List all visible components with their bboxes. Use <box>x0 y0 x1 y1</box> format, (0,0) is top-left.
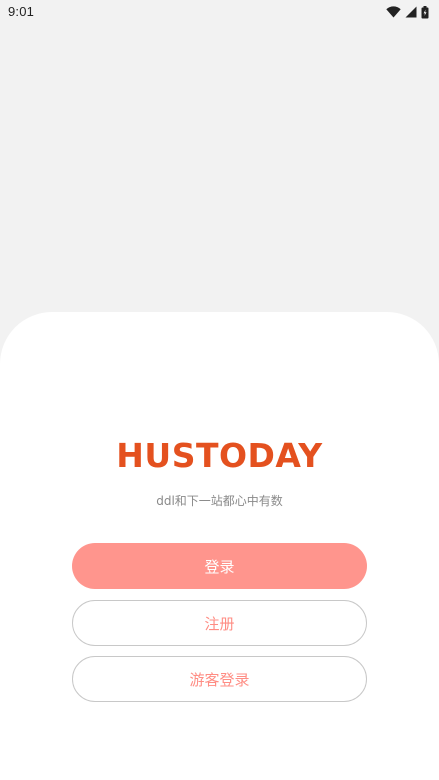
signal-icon <box>405 6 417 18</box>
guest-login-button[interactable]: 游客登录 <box>72 656 367 702</box>
battery-icon <box>421 5 429 19</box>
status-time: 9:01 <box>8 4 35 19</box>
status-icons <box>386 4 429 20</box>
register-button[interactable]: 注册 <box>72 600 367 646</box>
wifi-icon <box>386 6 401 18</box>
app-tagline: ddl和下一站都心中有数 <box>156 494 283 508</box>
status-bar: 9:01 <box>0 0 439 24</box>
login-button[interactable]: 登录 <box>72 543 367 589</box>
app-title: HUSTODAY <box>116 436 323 475</box>
